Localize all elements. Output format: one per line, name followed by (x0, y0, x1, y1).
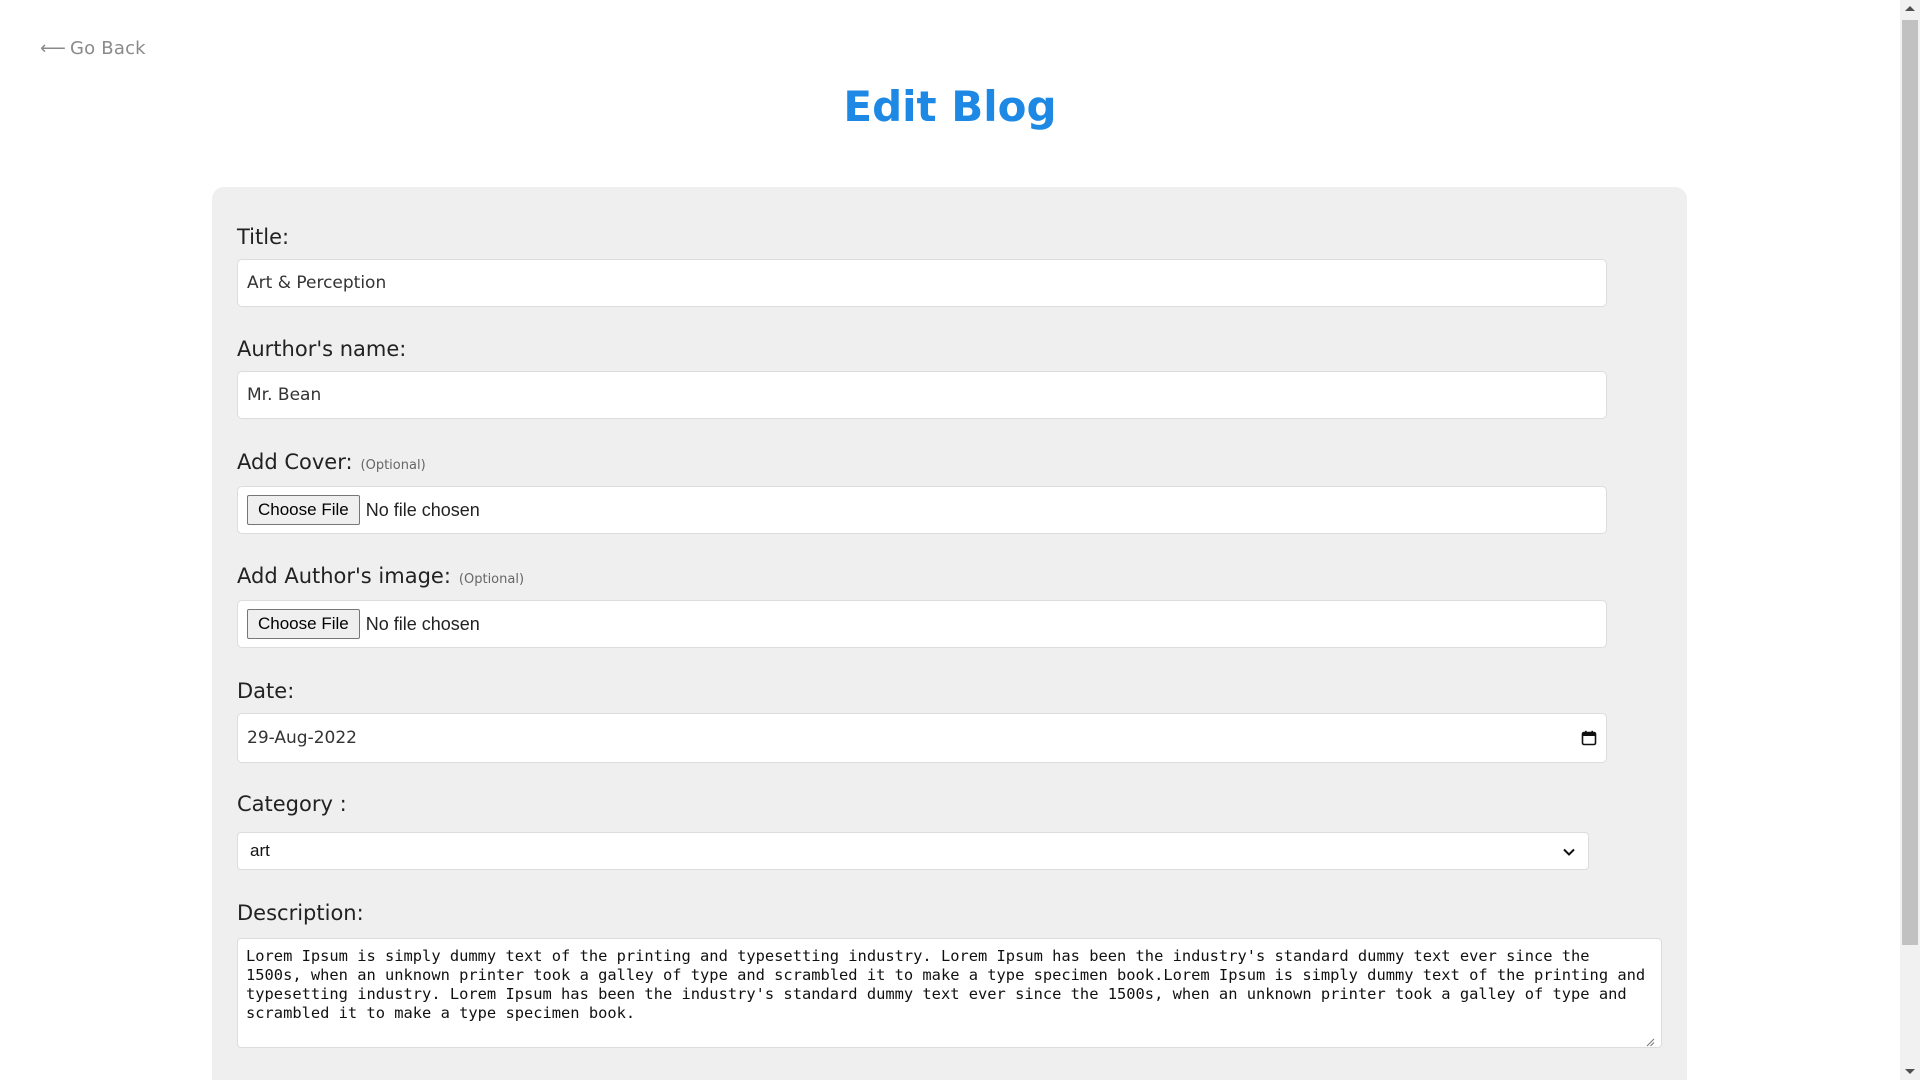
title-label: Title: (237, 225, 289, 249)
category-selected-value: art (250, 841, 270, 860)
author-image-file-input: Choose File No file chosen (237, 600, 1607, 648)
page-title: Edit Blog (843, 82, 1057, 131)
author-image-file-status: No file chosen (365, 613, 480, 634)
author-image-label-text: Add Author's image: (237, 564, 451, 588)
author-image-label: Add Author's image: (Optional) (237, 564, 524, 588)
edit-blog-form: Title: Aurthor's name: Add Cover: (Option… (212, 187, 1687, 1080)
date-label-text: Date: (237, 679, 295, 703)
scroll-down-arrow-icon[interactable] (1905, 1069, 1915, 1074)
chevron-down-icon (1562, 844, 1576, 858)
date-input[interactable]: 29-Aug-2022 (237, 713, 1607, 763)
category-select[interactable]: art (237, 832, 1589, 870)
resize-grip-icon[interactable] (1645, 1033, 1655, 1047)
author-label: Aurthor's name: (237, 337, 406, 361)
author-image-choose-file-button[interactable]: Choose File (247, 609, 360, 639)
cover-label-text: Add Cover: (237, 450, 353, 474)
scrollbar-thumb[interactable] (1902, 20, 1918, 945)
author-label-text: Aurthor's name: (237, 337, 407, 361)
date-label: Date: (237, 679, 294, 703)
date-value: 29-Aug-2022 (247, 728, 357, 748)
calendar-icon[interactable] (1581, 730, 1597, 746)
cover-file-input: Choose File No file chosen (237, 486, 1607, 534)
cover-optional-note: (Optional) (360, 458, 426, 473)
cover-file-status: No file chosen (365, 499, 480, 520)
page: ⟵Go Back Edit Blog Title: Aurthor's name… (0, 0, 1920, 1080)
title-input[interactable] (237, 259, 1607, 307)
back-arrow-icon: ⟵ (40, 38, 67, 59)
author-name-input[interactable] (237, 371, 1607, 419)
description-label-text: Description: (237, 901, 364, 925)
go-back-label: Go Back (70, 38, 146, 59)
description-text: Lorem Ipsum is simply dummy text of the … (246, 947, 1646, 1022)
title-label-text: Title: (237, 225, 290, 249)
cover-choose-file-button[interactable]: Choose File (247, 495, 360, 525)
vertical-scrollbar[interactable] (1900, 0, 1920, 1080)
scroll-up-arrow-icon[interactable] (1905, 6, 1915, 11)
cover-label: Add Cover: (Optional) (237, 450, 426, 474)
category-label-text: Category : (237, 792, 347, 816)
description-textarea[interactable]: Lorem Ipsum is simply dummy text of the … (237, 938, 1662, 1048)
author-image-optional-note: (Optional) (458, 572, 525, 587)
description-label: Description: (237, 901, 364, 925)
go-back-link[interactable]: ⟵ Go Back (40, 38, 146, 59)
category-label: Category : (237, 792, 347, 816)
